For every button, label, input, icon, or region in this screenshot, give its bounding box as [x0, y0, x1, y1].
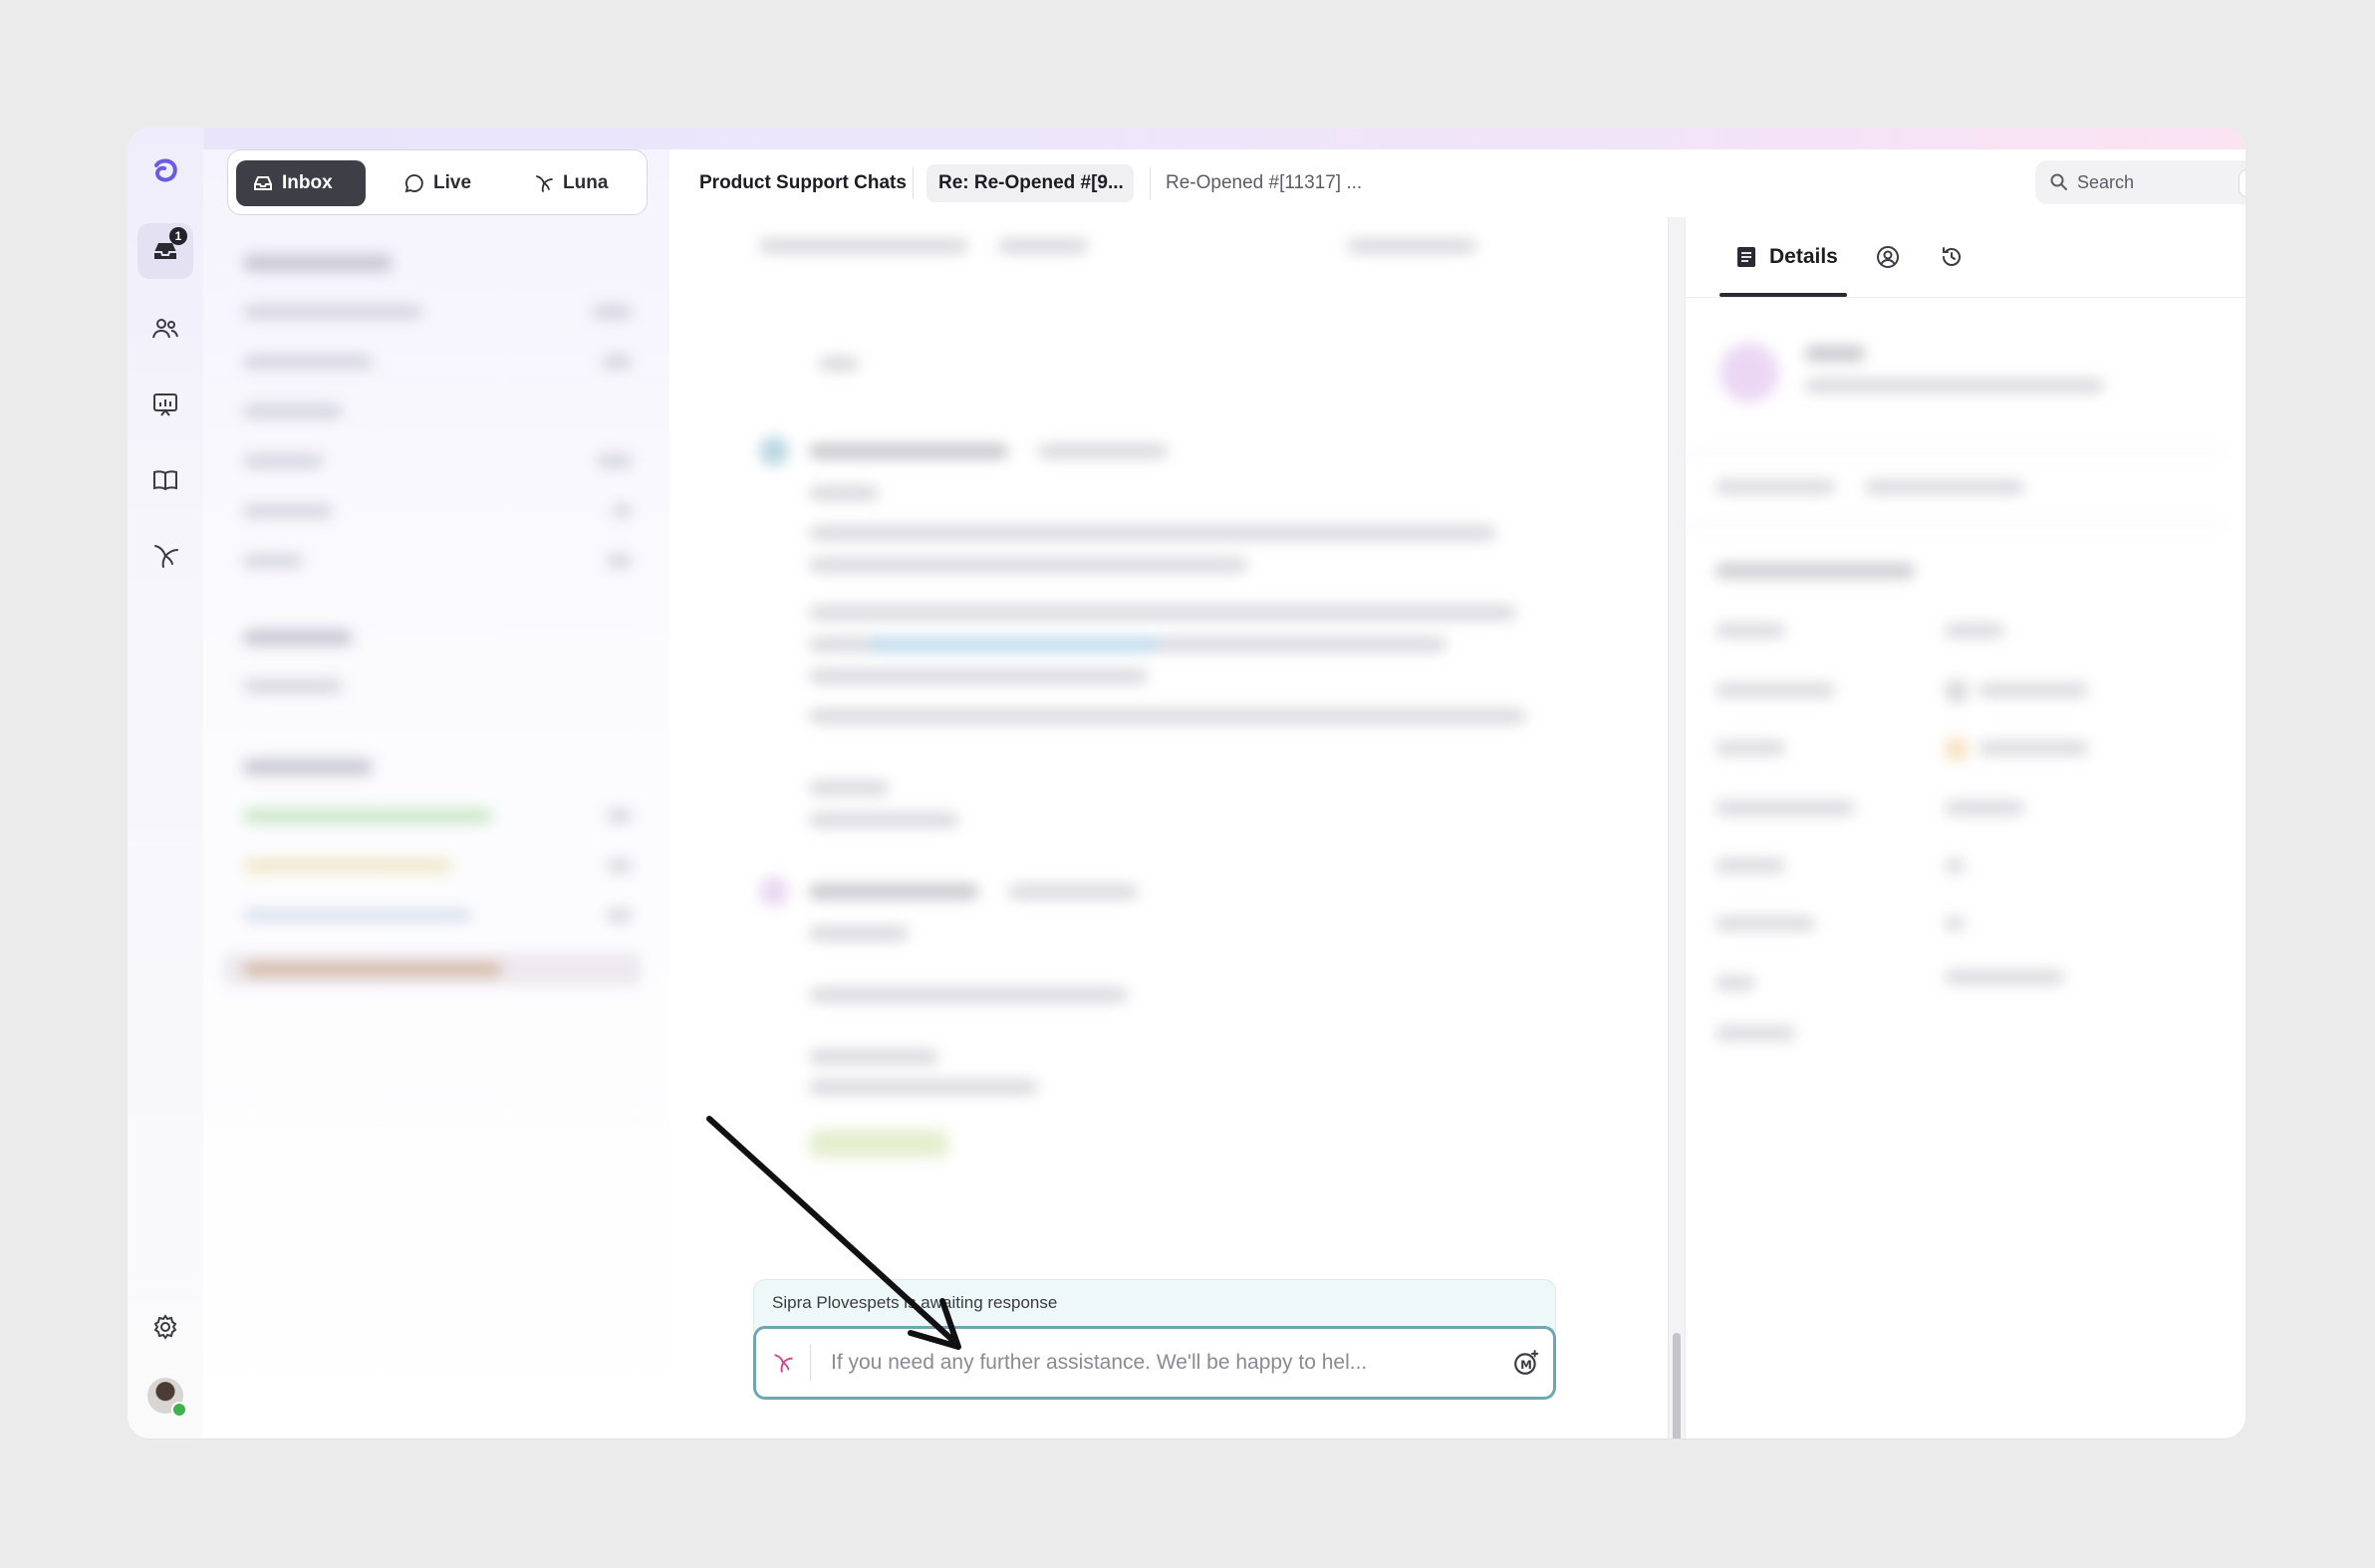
knowledge-base-nav-button[interactable] [137, 452, 193, 508]
left-rail: 1 [128, 128, 204, 1438]
history-icon [1943, 247, 1961, 266]
thread-scrollbar[interactable] [1668, 217, 1685, 1438]
logo-icon[interactable] [137, 143, 193, 199]
divider [810, 1345, 811, 1381]
contacts-nav-button[interactable] [137, 301, 193, 357]
settings-nav-button[interactable] [137, 1299, 193, 1355]
live-mode-label: Live [433, 172, 472, 193]
reply-composer[interactable]: M [753, 1326, 1556, 1400]
ai-macro-button[interactable]: M [1499, 1349, 1553, 1377]
awaiting-response-banner: Sipra Plovespets is awaiting response [753, 1279, 1556, 1331]
details-panel: Details [1685, 217, 2245, 1438]
settings-icon [153, 1314, 177, 1340]
inbox-mode-label: Inbox [282, 172, 333, 193]
search-input[interactable]: Search ⌘ K [2035, 160, 2245, 204]
inbox-icon [254, 176, 272, 190]
app-window: 1 Inbox Live Luna Product Support Chats … [128, 128, 2245, 1438]
svg-text:M: M [1520, 1358, 1532, 1372]
luna-nav-button[interactable] [137, 528, 193, 584]
online-status-dot [171, 1402, 187, 1418]
luna-icon [536, 175, 553, 192]
live-mode-button[interactable]: Live [388, 160, 497, 206]
knowledge-base-icon [153, 470, 177, 491]
inbox-count-badge: 1 [169, 227, 187, 245]
divider [1150, 167, 1151, 199]
tab-reopened-11317[interactable]: Re-Opened #[11317] ... [1166, 149, 1362, 217]
tab-details[interactable]: Details [1733, 217, 1838, 297]
inbox-sidebar: Inbox Live Luna [203, 149, 670, 1438]
inbox-nav-button[interactable]: 1 [137, 223, 193, 279]
user-avatar[interactable] [147, 1378, 187, 1418]
tab-contact[interactable] [1875, 217, 1901, 297]
document-icon [1737, 247, 1755, 267]
luna-mode-label: Luna [563, 172, 609, 193]
luna-mode-button[interactable]: Luna [517, 160, 637, 206]
contacts-icon [152, 319, 178, 339]
tab-history[interactable] [1939, 217, 1965, 297]
blurred-folder-list [223, 219, 652, 1116]
inbox-mode-button[interactable]: Inbox [236, 160, 366, 206]
luna-icon [774, 1354, 793, 1373]
ai-magic-icon: M [1514, 1350, 1539, 1375]
tab-re-reopened-active[interactable]: Re: Re-Opened #[9... [926, 164, 1134, 202]
search-placeholder: Search [2077, 171, 2135, 192]
search-icon [2050, 173, 2067, 190]
conversation-header: Product Support Chats Re: Re-Opened #[9.… [669, 149, 2245, 218]
inbox-title: Product Support Chats [699, 172, 907, 193]
mode-switcher: Inbox Live Luna [227, 149, 648, 215]
blurred-details [1686, 303, 2245, 1040]
user-circle-icon [1877, 246, 1899, 268]
search-shortcut-badge: ⌘ K [2239, 169, 2245, 197]
conversation-thread [669, 217, 1669, 1438]
luna-assist-button[interactable] [756, 1351, 810, 1375]
divider [913, 167, 914, 199]
chat-bubble-icon [404, 174, 423, 193]
scrollbar-thumb[interactable] [1673, 1333, 1681, 1438]
reply-input[interactable] [829, 1350, 1499, 1376]
reports-icon [153, 393, 177, 416]
details-tab-label: Details [1769, 245, 1838, 268]
divider [1686, 297, 2245, 298]
blurred-messages [669, 217, 1669, 1253]
reports-nav-button[interactable] [137, 377, 193, 432]
window-gradient-bar [128, 128, 2245, 149]
luna-icon [154, 545, 178, 568]
